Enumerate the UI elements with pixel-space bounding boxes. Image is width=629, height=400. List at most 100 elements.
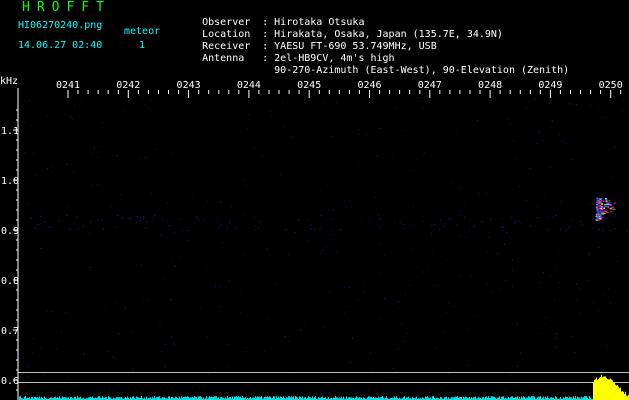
noise-speck: [470, 276, 472, 278]
noise-speck: [442, 210, 444, 212]
noise-speck: [30, 217, 32, 219]
noise-speck: [469, 229, 471, 231]
noise-speck: [48, 226, 50, 228]
noise-speck: [90, 269, 92, 271]
echo-pixel: [609, 208, 612, 210]
noise-speck: [529, 225, 531, 227]
noise-speck: [451, 182, 453, 184]
station-line: 90-270-Azimuth (East-West), 90-Elevation…: [178, 53, 569, 76]
noise-speck: [383, 254, 385, 256]
echo-pixel: [605, 201, 608, 203]
spectrum-bar: [600, 376, 601, 400]
spectrum-bar: [206, 396, 207, 400]
noise-speck: [572, 335, 574, 337]
noise-speck: [210, 89, 212, 91]
spectrum-bar: [215, 396, 216, 400]
spectrum-bar: [288, 396, 289, 400]
noise-speck: [366, 134, 368, 136]
noise-speck: [582, 223, 583, 225]
noise-speck: [67, 376, 69, 378]
noise-speck: [105, 308, 107, 310]
noise-speck: [43, 373, 45, 375]
noise-speck: [117, 214, 119, 216]
noise-speck: [614, 228, 615, 229]
noise-speck: [24, 151, 26, 153]
noise-speck: [132, 369, 134, 370]
spectrum-bar: [455, 396, 456, 400]
noise-speck: [610, 191, 612, 193]
y-axis-label: kHz: [0, 76, 18, 87]
noise-speck: [148, 107, 150, 109]
spectrum-bar: [626, 395, 627, 400]
noise-speck: [377, 214, 379, 216]
noise-speck: [61, 332, 63, 333]
noise-speck: [497, 253, 499, 255]
spectrum-bar: [617, 384, 618, 400]
noise-speck: [114, 232, 115, 234]
noise-speck: [606, 345, 608, 347]
noise-speck: [90, 221, 92, 223]
spectrum-bar: [593, 382, 594, 400]
noise-speck: [77, 228, 79, 230]
spectrum-bar: [242, 396, 243, 400]
noise-speck: [259, 221, 261, 223]
noise-speck: [502, 229, 504, 231]
noise-speck: [362, 290, 364, 292]
spectrum-bar: [356, 396, 357, 400]
noise-speck: [40, 247, 42, 249]
noise-speck: [230, 203, 232, 205]
noise-speck: [549, 166, 551, 168]
spectrum-bar: [20, 396, 21, 400]
noise-speck: [357, 299, 359, 301]
noise-speck: [540, 332, 542, 334]
spectrum-bar: [531, 396, 532, 400]
noise-speck: [40, 223, 42, 225]
x-tick-label: 0241: [56, 80, 80, 91]
noise-speck: [135, 221, 137, 223]
noise-speck: [65, 312, 67, 314]
noise-speck: [145, 272, 146, 274]
noise-speck: [110, 205, 112, 207]
noise-speck: [196, 215, 198, 217]
noise-speck: [173, 232, 175, 233]
noise-speck: [319, 228, 321, 230]
spectrum-bar: [577, 396, 578, 400]
spectrum-bar: [261, 396, 262, 400]
noise-speck: [536, 243, 538, 245]
spectrum-bar: [394, 396, 395, 400]
echo-pixel: [607, 202, 610, 204]
noise-speck: [557, 250, 559, 251]
spectrum-bar: [622, 391, 623, 400]
noise-speck: [431, 232, 432, 234]
noise-speck: [276, 283, 278, 285]
noise-speck: [486, 284, 488, 285]
noise-speck: [283, 309, 285, 311]
noise-speck: [538, 132, 540, 134]
noise-speck: [448, 302, 450, 304]
spectrum-bar: [433, 396, 434, 400]
noise-speck: [240, 290, 242, 292]
spectrum-bar: [308, 396, 309, 400]
noise-speck: [589, 203, 591, 204]
x-tick-label: 0244: [237, 80, 261, 91]
noise-speck: [380, 272, 382, 274]
noise-speck: [320, 215, 322, 217]
noise-speck: [394, 297, 396, 299]
noise-speck: [511, 217, 513, 219]
noise-speck: [609, 302, 611, 304]
noise-speck: [506, 137, 508, 139]
spectrum-bar: [615, 384, 616, 400]
noise-speck: [491, 291, 493, 293]
noise-speck: [391, 153, 393, 155]
noise-speck: [537, 217, 539, 218]
spectrum-bar: [368, 396, 369, 400]
noise-speck: [369, 220, 371, 222]
noise-speck: [514, 223, 516, 225]
noise-speck: [576, 283, 578, 285]
spectrum-bar: [280, 396, 281, 400]
noise-speck: [284, 125, 285, 127]
noise-speck: [517, 365, 519, 367]
noise-speck: [146, 221, 148, 222]
noise-speck: [380, 91, 382, 93]
spectrum-bar: [315, 396, 316, 400]
